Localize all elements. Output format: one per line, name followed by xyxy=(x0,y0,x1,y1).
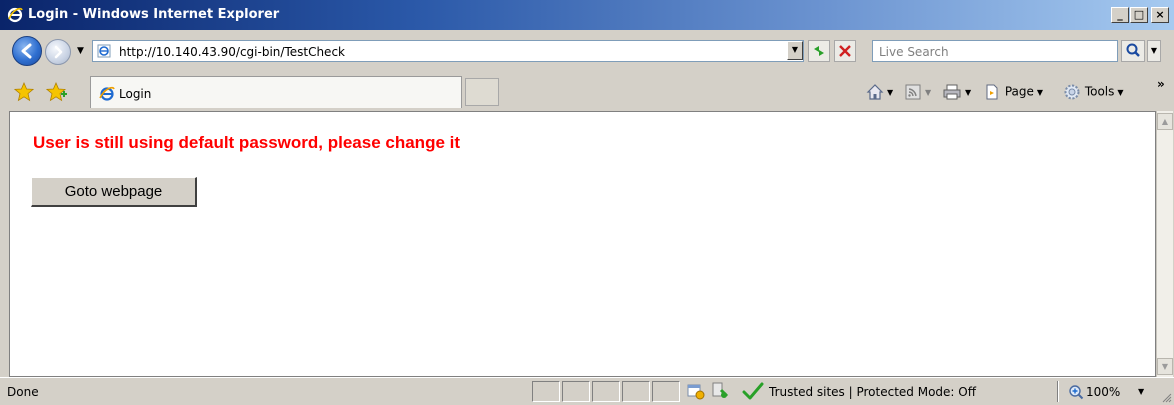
search-button[interactable] xyxy=(1121,40,1145,62)
browser-window: Login - Windows Internet Explorer _ □ × … xyxy=(0,0,1174,405)
tools-menu-button[interactable]: Tools ▼ xyxy=(1063,83,1124,103)
new-tab-button[interactable] xyxy=(465,78,499,106)
forward-icon xyxy=(54,45,63,59)
address-dropdown-button[interactable]: ▼ xyxy=(787,41,803,60)
print-button[interactable]: ▼ xyxy=(942,83,971,103)
status-divider xyxy=(1057,381,1059,402)
default-password-warning: User is still using default password, pl… xyxy=(33,133,461,152)
search-options-dropdown[interactable]: ▼ xyxy=(1147,40,1161,62)
window-title: Login - Windows Internet Explorer xyxy=(28,7,280,22)
zoom-dropdown[interactable]: ▼ xyxy=(1138,387,1144,396)
add-favorites-icon[interactable] xyxy=(46,82,68,102)
close-button[interactable]: × xyxy=(1151,7,1169,23)
address-url: http://10.140.43.90/cgi-bin/TestCheck xyxy=(119,45,345,59)
stop-button[interactable] xyxy=(834,40,856,62)
status-panel xyxy=(562,381,590,402)
search-icon xyxy=(1126,43,1140,57)
feeds-button[interactable]: ▼ xyxy=(904,83,931,103)
security-icon[interactable] xyxy=(711,382,731,400)
page-menu-icon xyxy=(986,84,998,100)
security-zone-text[interactable]: Trusted sites | Protected Mode: Off xyxy=(769,385,976,399)
status-panel xyxy=(592,381,620,402)
feeds-icon xyxy=(905,84,921,100)
status-text: Done xyxy=(7,385,39,399)
popup-blocker-icon[interactable] xyxy=(687,383,705,400)
forward-button[interactable] xyxy=(45,39,71,65)
toolbar-overflow-button[interactable]: » xyxy=(1157,77,1165,97)
print-icon xyxy=(943,84,961,100)
stop-icon xyxy=(839,45,851,57)
back-icon xyxy=(21,43,32,59)
favorites-star-icon[interactable] xyxy=(14,82,34,102)
search-placeholder: Live Search xyxy=(879,45,949,59)
back-button[interactable] xyxy=(12,36,42,66)
scroll-down-button[interactable]: ▼ xyxy=(1157,358,1173,375)
search-input[interactable]: Live Search xyxy=(872,40,1118,62)
status-panel xyxy=(652,381,680,402)
scroll-up-button[interactable]: ▲ xyxy=(1157,113,1173,130)
page-icon xyxy=(97,44,111,58)
address-field[interactable]: http://10.140.43.90/cgi-bin/TestCheck xyxy=(92,40,804,62)
status-bar: Done Trusted sites | Protected Mode: Off… xyxy=(0,377,1174,405)
title-bar[interactable]: Login - Windows Internet Explorer _ □ × xyxy=(0,0,1174,30)
status-panel xyxy=(622,381,650,402)
zoom-level[interactable]: 100% xyxy=(1086,385,1120,399)
tools-gear-icon xyxy=(1064,84,1080,100)
trusted-check-icon xyxy=(742,382,764,400)
tab-toolbar: Login ▼ ▼ ▼ Page ▼ Tools ▼ » xyxy=(0,74,1174,110)
page-menu-button[interactable]: Page ▼ xyxy=(983,83,1043,103)
goto-webpage-button[interactable]: Goto webpage xyxy=(31,177,197,207)
zoom-icon[interactable] xyxy=(1068,384,1084,400)
home-icon xyxy=(866,84,884,100)
tab-label: Login xyxy=(119,87,152,101)
resize-grip-icon[interactable] xyxy=(1160,391,1172,403)
tools-menu-label: Tools xyxy=(1084,84,1115,99)
page-content: User is still using default password, pl… xyxy=(9,111,1156,377)
minimize-button[interactable]: _ xyxy=(1111,7,1129,23)
refresh-button[interactable] xyxy=(808,40,830,62)
refresh-icon xyxy=(814,46,824,56)
address-toolbar: ▼ http://10.140.43.90/cgi-bin/TestCheck … xyxy=(0,30,1174,74)
ie-logo-icon xyxy=(99,86,115,101)
page-menu-label: Page xyxy=(1004,84,1034,99)
status-panel xyxy=(532,381,560,402)
ie-logo-icon xyxy=(7,7,23,23)
maximize-button[interactable]: □ xyxy=(1130,7,1148,23)
recent-pages-dropdown[interactable]: ▼ xyxy=(77,46,84,56)
vertical-scrollbar[interactable]: ▲ ▼ xyxy=(1156,111,1173,377)
tab-login[interactable]: Login xyxy=(90,76,462,108)
home-button[interactable]: ▼ xyxy=(866,83,893,103)
